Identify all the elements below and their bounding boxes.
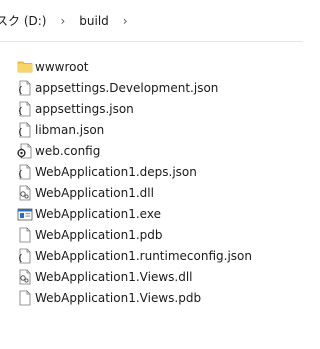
file-name: WebApplication1.deps.json: [35, 164, 197, 179]
file-name: web.config: [35, 143, 101, 158]
breadcrumb-separator[interactable]: ›: [123, 14, 128, 28]
file-name: wwwroot: [35, 59, 89, 74]
file-row[interactable]: WebApplication1.Views.dll: [0, 266, 303, 287]
file-name: WebApplication1.pdb: [35, 227, 163, 242]
breadcrumb-folder[interactable]: build: [77, 14, 111, 28]
json-file-icon: [17, 248, 33, 264]
exe-file-icon: [17, 206, 33, 222]
file-row[interactable]: libman.json: [0, 119, 303, 140]
file-row[interactable]: WebApplication1.pdb: [0, 224, 303, 245]
file-name: WebApplication1.runtimeconfig.json: [35, 248, 252, 263]
json-file-icon: [17, 101, 33, 117]
config-file-icon: [17, 143, 33, 159]
file-row[interactable]: wwwroot: [0, 56, 303, 77]
file-row[interactable]: appsettings.json: [0, 98, 303, 119]
breadcrumb-drive[interactable]: スク (D:): [0, 12, 48, 29]
file-row[interactable]: WebApplication1.exe: [0, 203, 303, 224]
file-name: WebApplication1.exe: [35, 206, 161, 221]
file-name: libman.json: [35, 122, 105, 137]
blank-file-icon: [17, 227, 33, 243]
file-row[interactable]: WebApplication1.deps.json: [0, 161, 303, 182]
file-row[interactable]: web.config: [0, 140, 303, 161]
file-row[interactable]: WebApplication1.runtimeconfig.json: [0, 245, 303, 266]
breadcrumb-separator[interactable]: ›: [60, 14, 65, 28]
file-name: WebApplication1.dll: [35, 185, 154, 200]
file-row[interactable]: appsettings.Development.json: [0, 77, 303, 98]
json-file-icon: [17, 80, 33, 96]
file-row[interactable]: WebApplication1.Views.pdb: [0, 287, 303, 308]
breadcrumb: スク (D:) › build ›: [0, 0, 303, 42]
json-file-icon: [17, 164, 33, 180]
dll-file-icon: [17, 185, 33, 201]
folder-icon: [17, 59, 33, 75]
json-file-icon: [17, 122, 33, 138]
file-name: WebApplication1.Views.dll: [35, 269, 193, 284]
file-list: wwwroot appsettings.Development.json appse…: [0, 56, 303, 308]
file-name: appsettings.Development.json: [35, 80, 219, 95]
dll-file-icon: [17, 269, 33, 285]
file-row[interactable]: WebApplication1.dll: [0, 182, 303, 203]
file-name: WebApplication1.Views.pdb: [35, 290, 202, 305]
blank-file-icon: [17, 290, 33, 306]
file-name: appsettings.json: [35, 101, 134, 116]
